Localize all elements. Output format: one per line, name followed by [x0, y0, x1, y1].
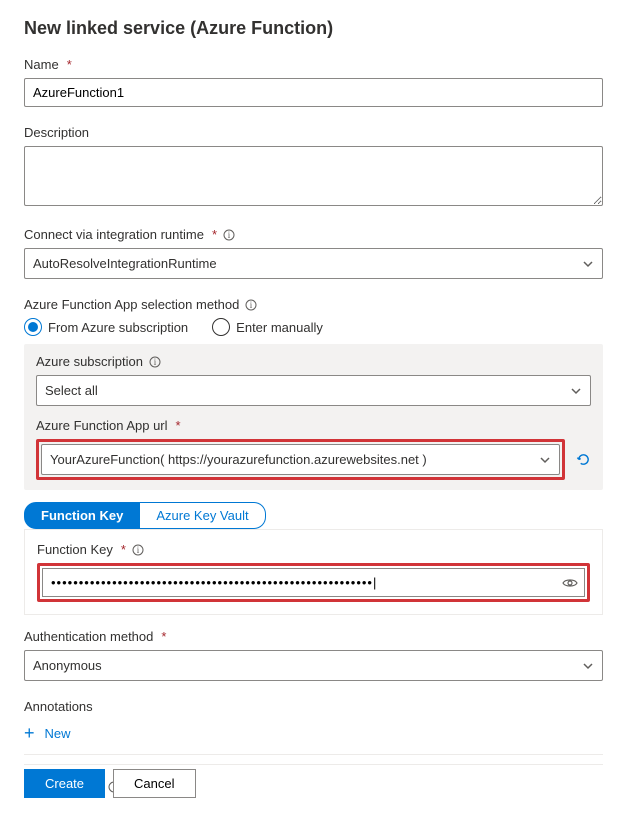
- name-label: Name*: [24, 57, 603, 72]
- description-input[interactable]: [24, 146, 603, 206]
- create-button[interactable]: Create: [24, 769, 105, 798]
- chevron-down-icon: [539, 454, 551, 466]
- function-key-label: Function Key* i: [37, 542, 590, 557]
- plus-icon: +: [24, 724, 35, 742]
- chevron-down-icon: [582, 660, 594, 672]
- info-icon[interactable]: i: [245, 299, 257, 311]
- app-url-label: Azure Function App url*: [36, 418, 591, 433]
- auth-method-select[interactable]: Anonymous: [24, 650, 603, 681]
- tab-azure-key-vault[interactable]: Azure Key Vault: [140, 502, 265, 529]
- svg-text:i: i: [154, 357, 157, 367]
- runtime-select[interactable]: AutoResolveIntegrationRuntime: [24, 248, 603, 279]
- eye-icon[interactable]: [556, 575, 584, 591]
- add-annotation-button[interactable]: + New: [24, 720, 603, 746]
- chevron-down-icon: [582, 258, 594, 270]
- description-label: Description: [24, 125, 603, 140]
- info-icon[interactable]: i: [149, 356, 161, 368]
- radio-from-subscription[interactable]: From Azure subscription: [24, 318, 188, 336]
- annotations-label: Annotations: [24, 699, 603, 714]
- chevron-down-icon: [570, 385, 582, 397]
- info-icon[interactable]: i: [132, 544, 144, 556]
- function-key-input[interactable]: [43, 569, 556, 596]
- info-icon[interactable]: i: [223, 229, 235, 241]
- tab-function-key[interactable]: Function Key: [24, 502, 140, 529]
- cancel-button[interactable]: Cancel: [113, 769, 195, 798]
- runtime-label: Connect via integration runtime* i: [24, 227, 603, 242]
- refresh-icon[interactable]: [575, 452, 591, 468]
- auth-method-label: Authentication method*: [24, 629, 603, 644]
- page-title: New linked service (Azure Function): [24, 18, 603, 39]
- radio-enter-manually[interactable]: Enter manually: [212, 318, 323, 336]
- subscription-select[interactable]: Select all: [36, 375, 591, 406]
- app-url-select[interactable]: YourAzureFunction( https://yourazurefunc…: [41, 444, 560, 475]
- selection-method-label: Azure Function App selection method i: [24, 297, 603, 312]
- svg-text:i: i: [228, 230, 231, 240]
- name-input[interactable]: [24, 78, 603, 107]
- subscription-label: Azure subscription i: [36, 354, 591, 369]
- svg-text:i: i: [137, 545, 140, 555]
- svg-text:i: i: [250, 300, 253, 310]
